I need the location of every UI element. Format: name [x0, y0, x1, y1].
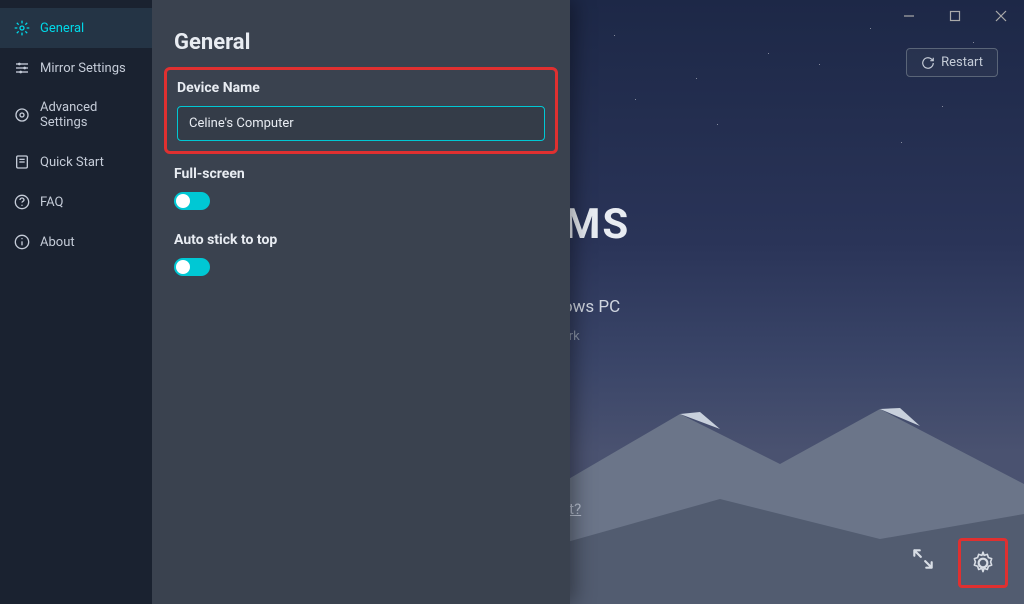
- window-controls: [886, 0, 1024, 32]
- fullscreen-toggle[interactable]: [174, 192, 210, 210]
- device-name-highlight: Device Name: [164, 67, 558, 154]
- fullscreen-button[interactable]: [902, 538, 944, 580]
- expand-icon: [910, 546, 936, 572]
- sidebar-label: General: [40, 21, 84, 36]
- settings-panel: General Mirror Settings Advanced Setting…: [0, 0, 570, 604]
- app-window: Restart V40PNTMS hrome browser/Windows P…: [0, 0, 1024, 604]
- tune-icon: [14, 107, 30, 123]
- sidebar-item-general[interactable]: General: [0, 8, 152, 48]
- autostick-label: Auto stick to top: [174, 232, 548, 248]
- settings-button[interactable]: [963, 543, 1003, 583]
- gear-icon: [970, 550, 996, 576]
- info-icon: [14, 234, 30, 250]
- minimize-button[interactable]: [886, 0, 932, 32]
- autostick-toggle[interactable]: [174, 258, 210, 276]
- close-button[interactable]: [978, 0, 1024, 32]
- gear-icon: [14, 20, 30, 36]
- sidebar-item-quickstart[interactable]: Quick Start: [0, 142, 152, 182]
- sidebar-label: About: [40, 235, 75, 250]
- sidebar-label: FAQ: [40, 195, 63, 210]
- settings-button-highlight: [958, 538, 1008, 588]
- restart-button[interactable]: Restart: [906, 48, 998, 77]
- sidebar-label: Advanced Settings: [40, 100, 138, 130]
- sidebar-label: Quick Start: [40, 155, 104, 170]
- sliders-icon: [14, 60, 30, 76]
- device-name-label: Device Name: [177, 80, 545, 96]
- refresh-icon: [921, 56, 935, 70]
- sidebar-label: Mirror Settings: [40, 61, 126, 76]
- settings-sidebar: General Mirror Settings Advanced Setting…: [0, 0, 152, 604]
- maximize-button[interactable]: [932, 0, 978, 32]
- help-icon: [14, 194, 30, 210]
- book-icon: [14, 154, 30, 170]
- sidebar-item-mirror[interactable]: Mirror Settings: [0, 48, 152, 88]
- sidebar-item-advanced[interactable]: Advanced Settings: [0, 88, 152, 142]
- settings-content: General Device Name Full-screen Auto sti…: [152, 0, 570, 604]
- device-name-input[interactable]: [177, 106, 545, 141]
- settings-title: General: [174, 30, 548, 55]
- fullscreen-label: Full-screen: [174, 166, 548, 182]
- sidebar-item-about[interactable]: About: [0, 222, 152, 262]
- sidebar-item-faq[interactable]: FAQ: [0, 182, 152, 222]
- bottom-toolbar: [902, 538, 1008, 588]
- restart-label: Restart: [941, 55, 983, 70]
